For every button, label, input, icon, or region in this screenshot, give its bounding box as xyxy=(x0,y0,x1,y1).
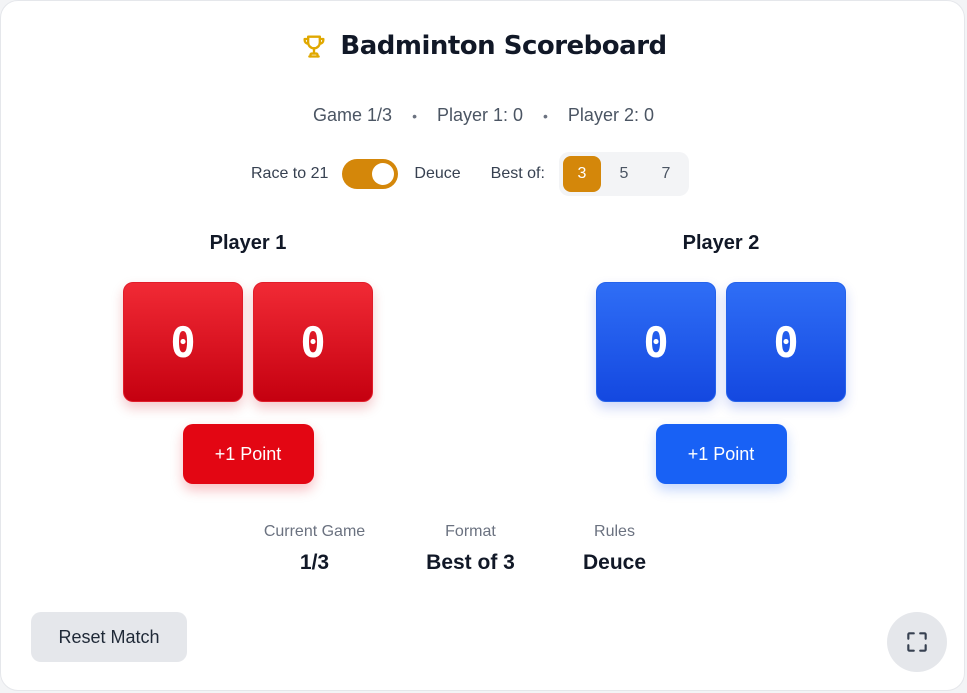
scoreboard-card: Badminton Scoreboard Game 1/3 • Player 1… xyxy=(0,0,965,691)
toggle-knob xyxy=(372,163,395,185)
player2-score-tens: 0 xyxy=(596,282,716,402)
current-game-label: Current Game xyxy=(263,523,366,540)
player1-name: Player 1 xyxy=(209,232,287,254)
player2-panel: Player 2 0 0 +1 Point xyxy=(596,232,846,484)
best-of-option-3[interactable]: 3 xyxy=(562,156,601,192)
player1-games: Player 1: 0 xyxy=(436,105,524,125)
best-of-option-7[interactable]: 7 xyxy=(647,156,685,192)
reset-match-button[interactable]: Reset Match xyxy=(31,612,187,662)
rules-info: Rules Deuce xyxy=(545,523,685,575)
fullscreen-button[interactable] xyxy=(887,612,947,672)
current-game-value: 1/3 xyxy=(299,551,330,574)
game-status: Game 1/3 xyxy=(313,105,393,125)
best-of-label: Best of: xyxy=(490,165,545,182)
player1-add-point-button[interactable]: +1 Point xyxy=(182,424,314,484)
player1-score-tens: 0 xyxy=(123,282,243,402)
fullscreen-icon xyxy=(904,629,930,655)
status-separator: • xyxy=(412,107,417,124)
rules-label: Rules xyxy=(594,523,635,540)
race-to-label: Race to 21 xyxy=(251,165,329,182)
player1-score-ones: 0 xyxy=(253,282,373,402)
deuce-toggle[interactable] xyxy=(342,159,399,189)
deuce-label: Deuce xyxy=(414,165,461,182)
status-separator: • xyxy=(543,107,548,124)
player2-score: 0 0 xyxy=(596,282,846,402)
player2-games: Player 2: 0 xyxy=(567,105,654,125)
header: Badminton Scoreboard xyxy=(1,31,966,61)
match-status: Game 1/3 • Player 1: 0 • Player 2: 0 xyxy=(1,105,966,126)
match-summary: Current Game 1/3 Format Best of 3 Rules … xyxy=(1,523,966,575)
settings-bar: Race to 21 Deuce Best of: 3 5 7 xyxy=(251,152,689,196)
rules-value: Deuce xyxy=(582,551,647,574)
player1-score: 0 0 xyxy=(123,282,373,402)
best-of-selector: 3 5 7 xyxy=(558,152,689,196)
player2-score-ones: 0 xyxy=(726,282,846,402)
player2-name: Player 2 xyxy=(682,232,760,254)
trophy-icon xyxy=(300,32,328,60)
player2-add-point-button[interactable]: +1 Point xyxy=(655,424,787,484)
page-title: Badminton Scoreboard xyxy=(340,31,667,61)
current-game-info: Current Game 1/3 xyxy=(235,523,395,575)
format-value: Best of 3 xyxy=(426,551,515,574)
format-info: Format Best of 3 xyxy=(401,523,541,575)
player1-panel: Player 1 0 0 +1 Point xyxy=(123,232,373,484)
format-label: Format xyxy=(445,523,496,540)
best-of-option-5[interactable]: 5 xyxy=(605,156,643,192)
